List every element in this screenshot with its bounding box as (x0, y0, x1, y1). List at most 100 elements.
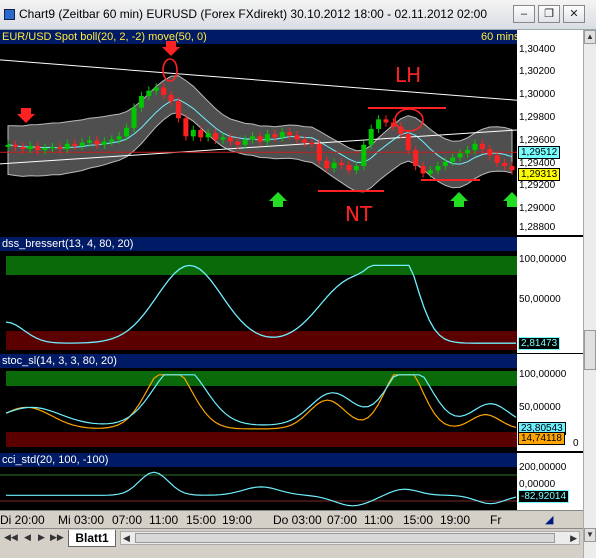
time-tick: 11:00 (364, 513, 394, 527)
candle-body (257, 136, 263, 142)
candle-body (494, 155, 500, 163)
time-tick: Di 20:00 (0, 513, 45, 527)
candle-body (294, 135, 300, 140)
candle-body (57, 146, 63, 150)
candle-body (250, 136, 256, 140)
price-tick: 1,29000 (519, 203, 556, 214)
time-tick: 19:00 (222, 513, 253, 527)
candle-body (324, 160, 330, 169)
scroll-thumb[interactable] (135, 533, 555, 543)
minimize-button[interactable]: – (513, 5, 535, 23)
scroll-down-icon[interactable]: ▼ (584, 528, 596, 542)
price-tick: 1,30400 (519, 44, 556, 55)
candle-body (405, 134, 411, 151)
candle-body (301, 139, 307, 143)
restore-button[interactable]: ❐ (538, 5, 560, 23)
candle-body (109, 139, 115, 142)
candle-body (427, 170, 433, 174)
title-bar[interactable]: Chart9 (Zeitbar 60 min) EURUSD (Forex FX… (0, 0, 596, 30)
scroll-left-icon[interactable]: ◀ (123, 533, 130, 544)
candle-body (420, 166, 426, 174)
tab-blatt1[interactable]: Blatt1 (68, 530, 116, 547)
stoc-pane[interactable] (0, 354, 517, 451)
scroll-right-arrow-icon[interactable]: ▶ (570, 533, 577, 544)
candle-body (272, 134, 278, 138)
candle-body (339, 162, 345, 165)
time-axis: Di 20:00 Mi 03:00 07:00 11:00 15:00 19:0… (0, 510, 583, 528)
price-tick: 1,30200 (519, 66, 556, 77)
next-tab-icon[interactable]: ▶ (38, 532, 45, 543)
candle-body (235, 141, 241, 145)
annotation-lh: LH (395, 63, 422, 87)
candle-body (42, 147, 48, 151)
dss-scale[interactable]: 100,00000 50,00000 (517, 237, 583, 353)
price-tick: 1,29800 (519, 112, 556, 123)
first-tab-icon[interactable]: ◀◀ (4, 532, 18, 543)
candle (131, 103, 137, 133)
time-tick: 19:00 (440, 513, 471, 527)
candle-body (264, 134, 270, 142)
candle-body (376, 119, 382, 129)
candle-body (383, 119, 389, 123)
main-pane-label: EUR/USD Spot boll(20, 2, -2) move(50, 0) (2, 31, 207, 43)
candle-body (413, 150, 419, 167)
price-tick: 1,29200 (519, 180, 556, 191)
candle-body (35, 145, 41, 151)
candle-body (79, 142, 85, 146)
chart-area[interactable]: EUR/USD Spot boll(20, 2, -2) move(50, 0)… (0, 30, 583, 510)
dss-pane[interactable] (0, 237, 517, 353)
candle-body (346, 164, 352, 171)
candle-body (361, 144, 367, 167)
scroll-thumb-vertical[interactable] (584, 330, 596, 370)
dss-pane-label: dss_bressert(13, 4, 80, 20) (2, 238, 134, 250)
last-tab-icon[interactable]: ▶▶ (50, 532, 64, 543)
stoc-pane-label: stoc_sl(14, 3, 3, 80, 20) (2, 355, 117, 367)
candle-body (131, 107, 137, 128)
candle-body (227, 137, 233, 142)
sheet-tab-bar: ◀◀ ◀ ▶ ▶▶ Blatt1 ◀ ▶ (0, 528, 583, 558)
candle-body (213, 133, 219, 140)
price-scale[interactable]: 1,30400 1,30200 1,30000 1,29800 1,29600 … (517, 30, 583, 235)
window-title: Chart9 (Zeitbar 60 min) EURUSD (Forex FX… (19, 7, 488, 21)
candle-body (472, 143, 478, 151)
candle-body (124, 127, 130, 137)
candle-body (87, 140, 93, 143)
horizontal-scrollbar[interactable]: ◀ ▶ (120, 531, 580, 545)
candle-body (353, 166, 359, 171)
candle-body (12, 144, 18, 147)
candle-body (116, 136, 122, 140)
candle-body (309, 142, 315, 145)
cci-pane-label: cci_std(20, 100, -100) (2, 454, 109, 466)
time-tick: 11:00 (149, 513, 179, 527)
stoc-tick: 100,00000 (519, 369, 567, 380)
price-pane[interactable] (0, 30, 517, 235)
candle (361, 140, 367, 171)
candle-body (49, 146, 55, 149)
dss-marker: 2,81473 (518, 337, 561, 350)
scroll-right-icon[interactable]: ◢ (545, 513, 553, 526)
stoc-tick: 50,00000 (519, 402, 561, 413)
candle-body (242, 139, 248, 145)
candle-body (316, 143, 322, 161)
price-tick: 1,28800 (519, 222, 556, 233)
candle-body (94, 140, 100, 145)
candle-body (198, 129, 204, 138)
candle-body (279, 132, 285, 138)
vertical-scrollbar[interactable]: ▲ ▼ (583, 30, 596, 558)
dss-tick: 100,00000 (519, 254, 567, 265)
candle-body (457, 153, 463, 158)
candle-body (20, 146, 26, 150)
stoc-marker-orange: 14,74118 (518, 432, 565, 445)
close-button[interactable]: ✕ (563, 5, 585, 23)
candle-body (450, 157, 456, 162)
time-tick: 15:00 (186, 513, 217, 527)
price-marker-cyan: 1,29512 (518, 146, 561, 159)
scroll-up-icon[interactable]: ▲ (584, 30, 596, 44)
candle-body (509, 166, 515, 171)
candle-body (5, 144, 11, 147)
prev-tab-icon[interactable]: ◀ (24, 532, 31, 543)
candle-body (502, 162, 508, 167)
candle-body (183, 118, 189, 137)
time-tick: 07:00 (327, 513, 358, 527)
time-tick: 07:00 (112, 513, 143, 527)
